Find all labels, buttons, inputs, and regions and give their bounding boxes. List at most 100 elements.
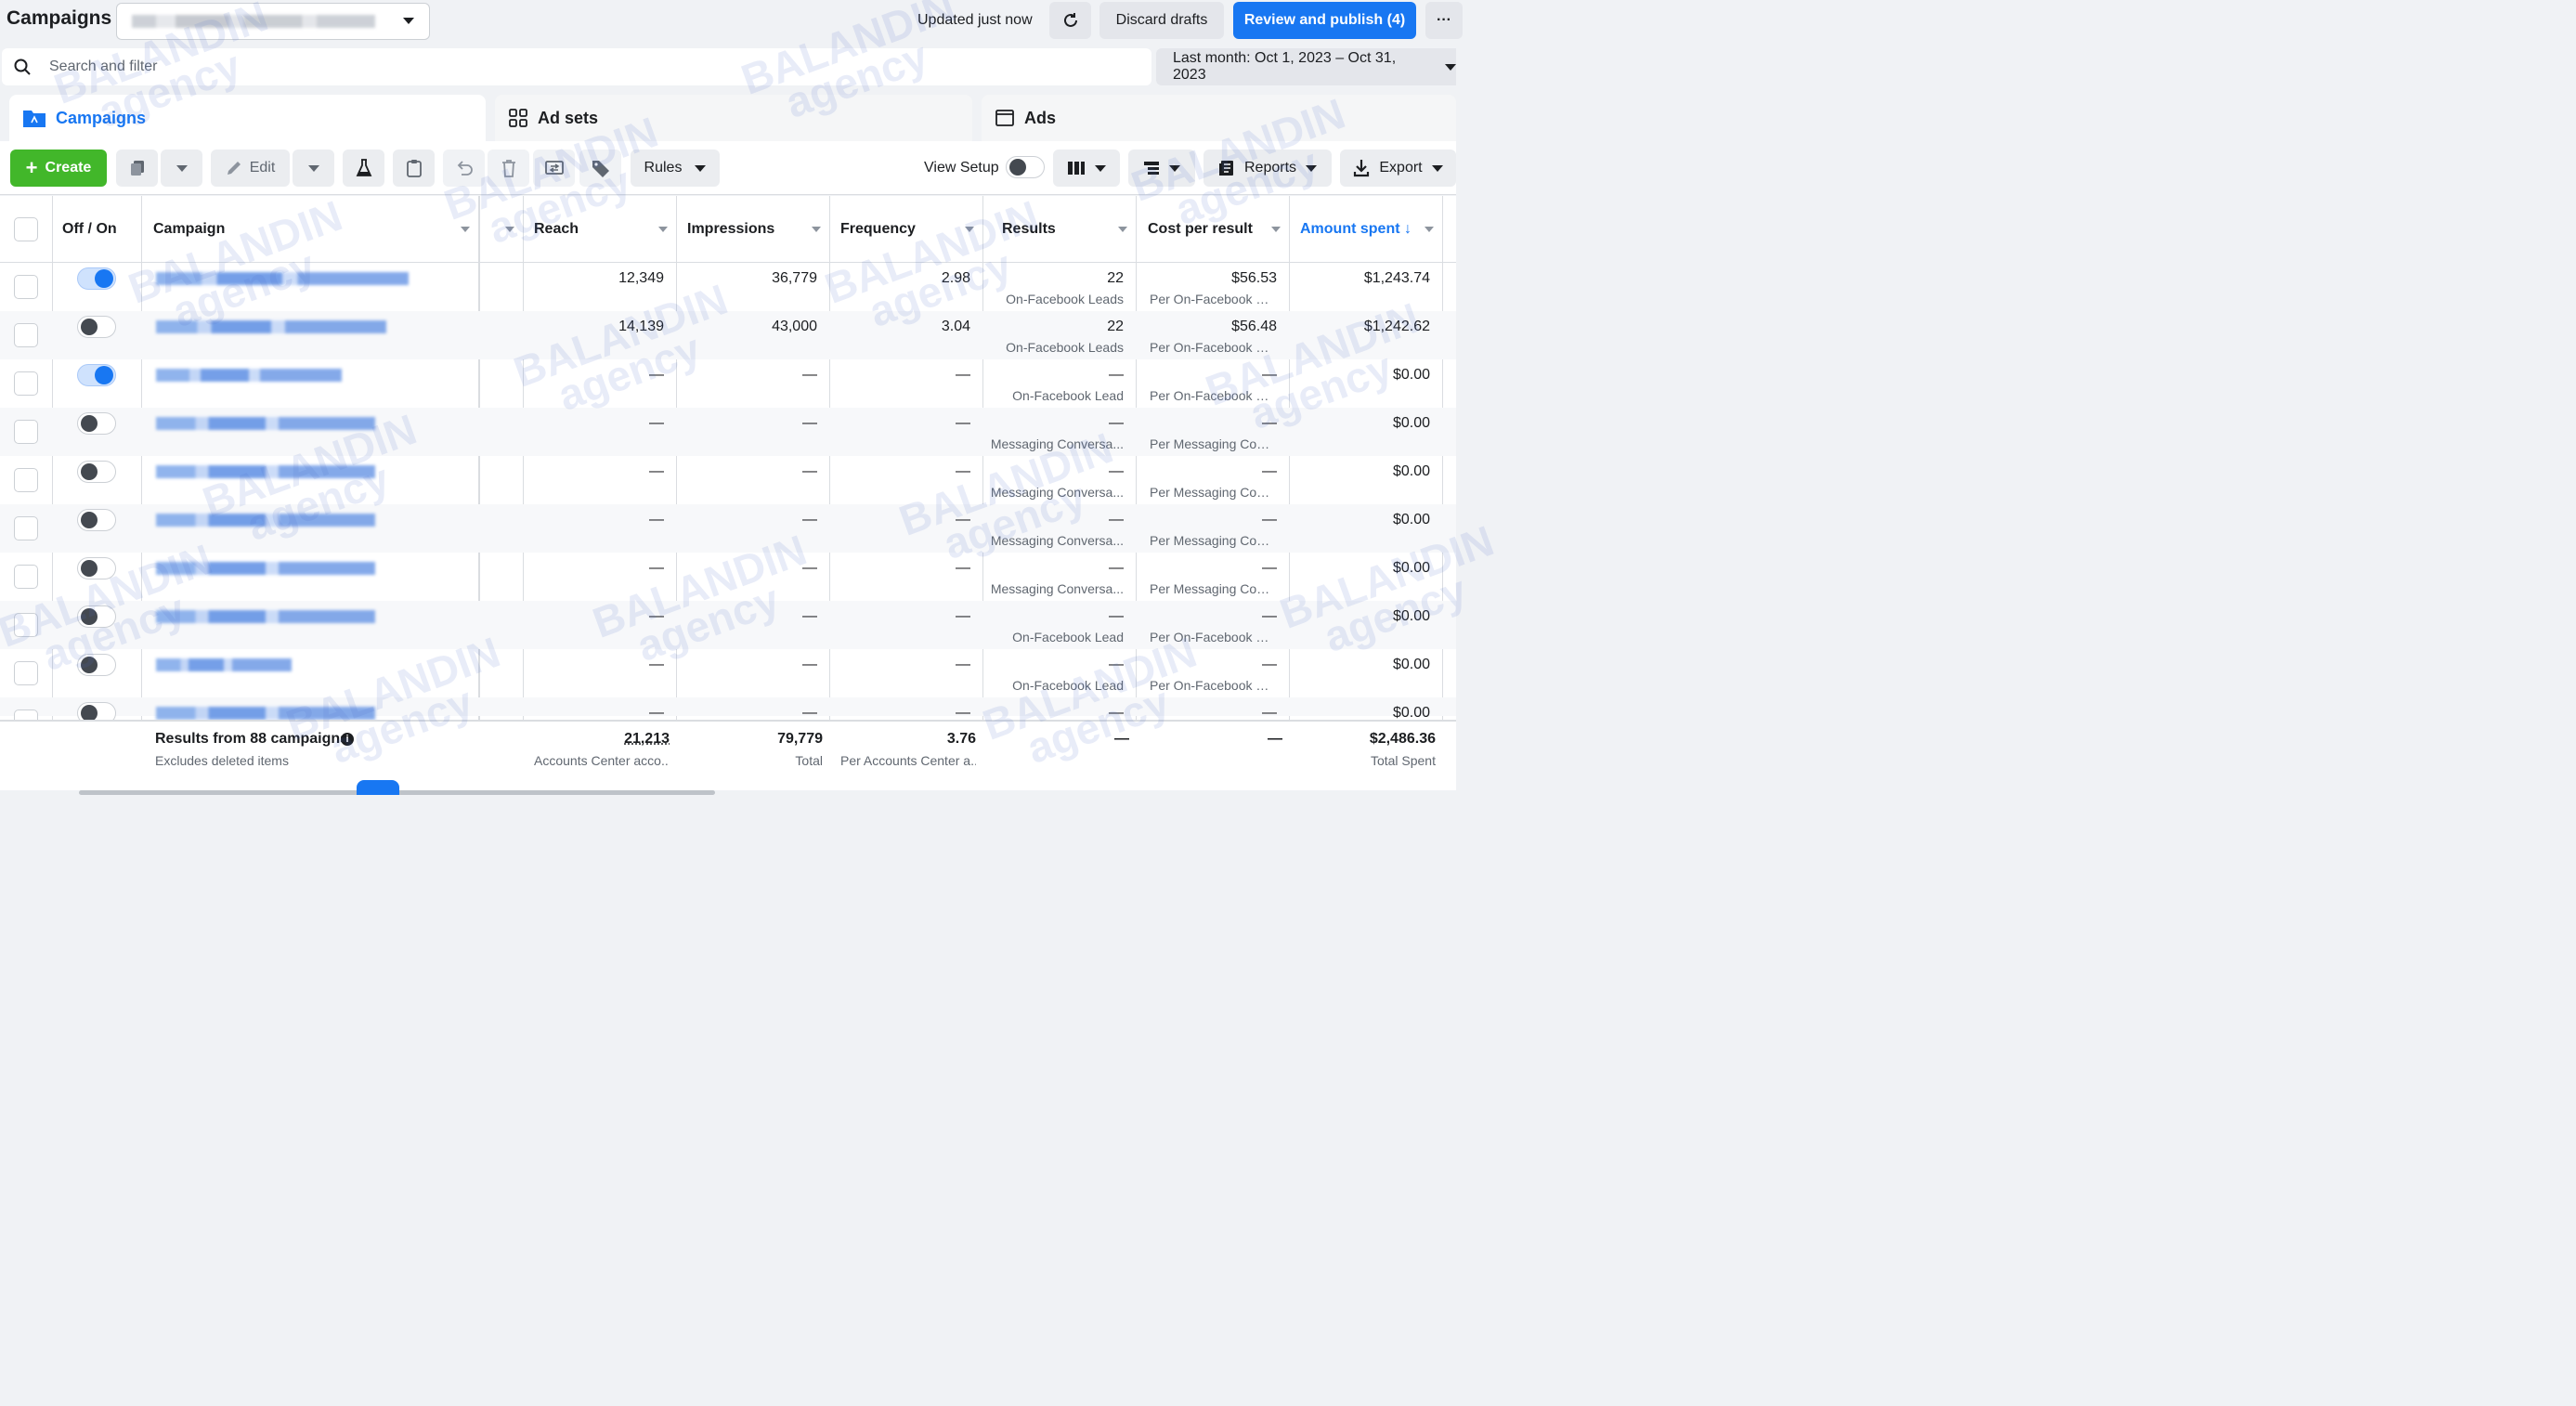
row-checkbox[interactable] [14,565,38,589]
tag-button[interactable] [579,150,621,187]
campaign-toggle[interactable] [77,654,116,676]
campaign-name-redacted[interactable] [156,658,292,671]
row-checkbox[interactable] [14,468,38,492]
transfer-icon [544,161,564,175]
footer-cost-per-result: — [1268,731,1282,747]
chevron-down-icon[interactable] [1425,227,1434,232]
column-header-off-on[interactable]: Off / On [62,221,117,238]
duplicate-button[interactable] [116,150,158,187]
campaign-name-redacted[interactable] [156,514,375,527]
column-header-impressions[interactable]: Impressions [687,221,774,238]
campaign-name-redacted[interactable] [156,610,375,623]
cost-per-result-cell: — [1262,512,1277,527]
campaign-name-redacted[interactable] [156,465,375,478]
chevron-down-icon[interactable] [505,227,514,232]
table-row[interactable]: — — — — Messaging Conversa... — Per Messaging … [0,553,1456,601]
footer-reach[interactable]: 21,213 [534,731,670,748]
columns-icon [1068,162,1085,175]
amount-spent-cell: $1,243.74 [1363,270,1430,286]
chevron-down-icon[interactable] [658,227,668,232]
chevron-down-icon [307,164,319,172]
campaign-toggle[interactable] [77,605,116,628]
chevron-down-icon[interactable] [965,227,974,232]
table-row[interactable]: — — — — On-Facebook Lead — Per On-Facebook Le.… [0,649,1456,697]
campaign-name-redacted[interactable] [156,320,386,333]
row-checkbox[interactable] [14,420,38,444]
campaign-name-redacted[interactable] [156,369,342,382]
cost-per-result-cell: — [1262,608,1277,624]
duplicate-dropdown[interactable] [161,150,202,187]
breakdown-button[interactable] [1128,150,1195,187]
undo-button[interactable] [443,150,485,187]
chevron-down-icon[interactable] [812,227,821,232]
campaign-name-redacted[interactable] [156,562,375,575]
info-icon[interactable]: i [341,733,354,746]
table-row[interactable]: — — — — On-Facebook Lead — Per On-Facebook Le.… [0,601,1456,649]
campaign-toggle[interactable] [77,509,116,531]
reports-button[interactable]: Reports [1203,150,1332,187]
campaign-name-redacted[interactable] [156,417,375,430]
impressions-cell: 36,779 [772,270,817,286]
transfer-button[interactable] [533,150,575,187]
chevron-down-icon[interactable] [1271,227,1281,232]
export-label: Export [1379,160,1423,176]
view-setup-toggle[interactable] [1006,156,1045,178]
row-checkbox[interactable] [14,323,38,347]
table-row[interactable]: — — — — — $0.00 [0,697,1456,734]
chevron-down-icon[interactable] [1118,227,1127,232]
column-header-campaign[interactable]: Campaign [153,221,225,238]
tab-ads[interactable]: Ads [982,95,1456,141]
table-row[interactable]: — — — — Messaging Conversa... — Per Messaging … [0,504,1456,553]
select-all-checkbox[interactable] [14,217,38,241]
row-checkbox[interactable] [14,661,38,685]
frequency-cell: — [956,657,970,672]
feedback-tab[interactable] [357,780,399,795]
search-input[interactable]: Search and filter [49,59,158,75]
row-checkbox[interactable] [14,371,38,396]
column-header-frequency[interactable]: Frequency [840,221,916,238]
edit-button[interactable]: Edit [211,150,290,187]
chevron-down-icon[interactable] [461,227,470,232]
cost-per-result-cell: — [1262,463,1277,479]
campaign-name-redacted[interactable] [156,707,375,720]
tab-campaigns[interactable]: Campaigns [9,95,486,141]
account-selector[interactable] [116,3,430,40]
campaign-toggle[interactable] [77,316,116,338]
impressions-cell: — [802,512,817,527]
edit-dropdown[interactable] [293,150,334,187]
campaign-toggle[interactable] [77,412,116,435]
table-row[interactable]: — — — — Messaging Conversa... — Per Messaging … [0,456,1456,504]
reach-cell: — [649,415,664,431]
review-publish-button[interactable]: Review and publish (4) [1233,2,1416,39]
columns-button[interactable] [1053,150,1120,187]
table-row[interactable]: — — — — On-Facebook Lead — Per On-Facebook Le.… [0,359,1456,408]
export-button[interactable]: Export [1340,150,1456,187]
date-range-picker[interactable]: Last month: Oct 1, 2023 – Oct 31, 2023 [1156,48,1456,85]
campaign-toggle[interactable] [77,557,116,579]
refresh-button[interactable] [1049,2,1091,39]
row-checkbox[interactable] [14,275,38,299]
delete-button[interactable] [488,150,529,187]
row-checkbox[interactable] [14,516,38,540]
results-cell: — [1109,463,1124,479]
campaign-name-redacted[interactable] [156,272,409,285]
search-bar[interactable]: Search and filter [2,48,1151,85]
campaign-toggle[interactable] [77,461,116,483]
table-row[interactable]: 14,139 43,000 3.04 22 On-Facebook Leads $56.4… [0,311,1456,359]
table-row[interactable]: — — — — Messaging Conversa... — Per Messaging … [0,408,1456,456]
create-button[interactable]: + Create [10,150,107,187]
row-checkbox[interactable] [14,613,38,637]
discard-drafts-button[interactable]: Discard drafts [1099,2,1224,39]
more-options-button[interactable]: ··· [1425,2,1463,39]
ab-test-button[interactable] [343,150,384,187]
campaign-toggle[interactable] [77,364,116,386]
table-row[interactable]: 12,349 36,779 2.98 22 On-Facebook Leads $56.5… [0,263,1456,311]
tab-ad-sets[interactable]: Ad sets [495,95,972,141]
column-header-results[interactable]: Results [1002,221,1056,238]
clipboard-button[interactable] [393,150,435,187]
rules-button[interactable]: Rules [631,150,720,187]
column-header-reach[interactable]: Reach [534,221,579,238]
column-header-amount-spent[interactable]: Amount spent ↓ [1300,221,1412,238]
column-header-cost-per-result[interactable]: Cost per result [1148,221,1253,238]
campaign-toggle[interactable] [77,267,116,290]
